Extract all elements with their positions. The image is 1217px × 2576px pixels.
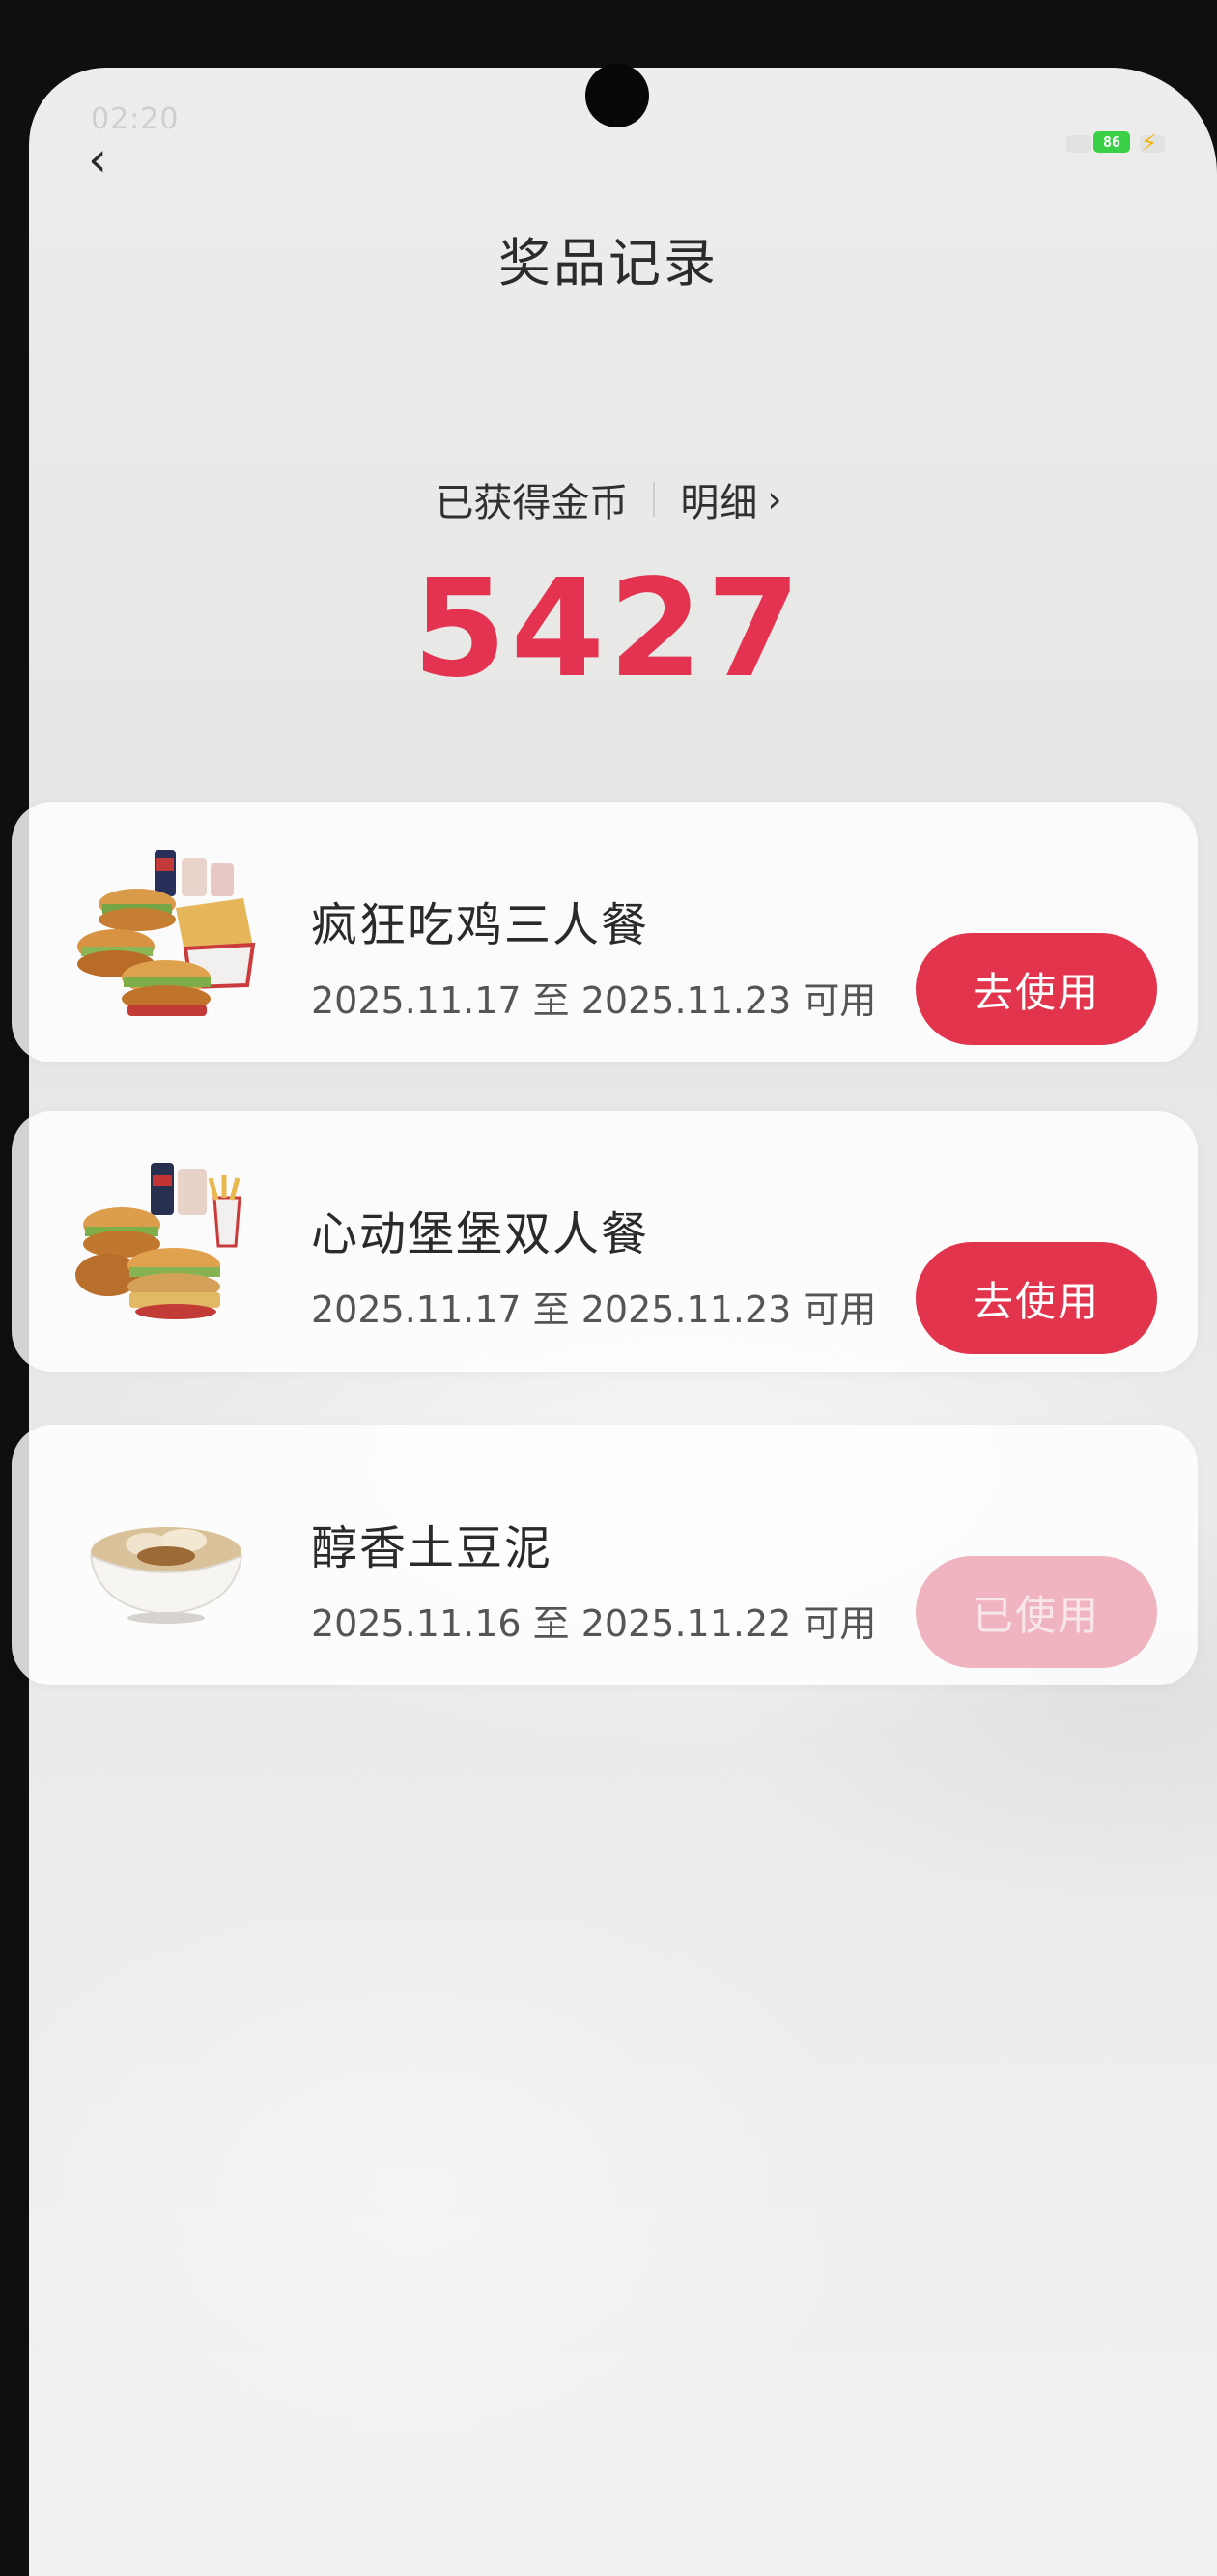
page-title: 奖品记录: [498, 233, 719, 294]
burger-meal-image: [75, 1163, 241, 1319]
mashed-potato-image: [89, 1527, 243, 1624]
prize-name: 醇香土豆泥: [311, 1521, 553, 1575]
prize-name: 疯狂吃鸡三人餐: [311, 898, 650, 952]
coin-detail-link[interactable]: 明细 ›: [680, 471, 781, 527]
prize-period: 2025.11.16 至 2025.11.22 可用: [311, 1602, 877, 1645]
prize-card[interactable]: 心动堡堡双人餐 2025.11.17 至 2025.11.23 可用 去使用: [12, 1111, 1198, 1372]
coin-label: 已获得金币: [435, 481, 629, 525]
charging-icon: ⚡: [1141, 129, 1157, 156]
chevron-right-icon: ›: [767, 478, 782, 521]
front-camera: [585, 64, 649, 127]
prize-card: 醇香土豆泥 2025.11.16 至 2025.11.22 可用 已使用: [12, 1425, 1198, 1685]
prize-card[interactable]: 疯狂吃鸡三人餐 2025.11.17 至 2025.11.23 可用 去使用: [12, 802, 1198, 1062]
use-button[interactable]: 去使用: [916, 933, 1157, 1045]
back-button[interactable]: ‹: [64, 126, 131, 193]
chevron-left-icon: ‹: [88, 131, 107, 187]
use-button[interactable]: 去使用: [916, 1242, 1157, 1354]
prize-period: 2025.11.17 至 2025.11.23 可用: [311, 1288, 877, 1331]
prize-name: 心动堡堡双人餐: [311, 1207, 650, 1261]
detail-label: 明细: [680, 481, 758, 525]
used-button: 已使用: [916, 1556, 1157, 1668]
coin-amount: 5427: [412, 551, 805, 708]
coin-header: 已获得金币 明细 ›: [0, 471, 1217, 527]
signal-icon: [1066, 135, 1091, 153]
battery-icon: 86: [1093, 131, 1130, 153]
prize-period: 2025.11.17 至 2025.11.23 可用: [311, 979, 877, 1022]
divider: [653, 482, 656, 517]
chicken-meal-image: [77, 850, 256, 1016]
